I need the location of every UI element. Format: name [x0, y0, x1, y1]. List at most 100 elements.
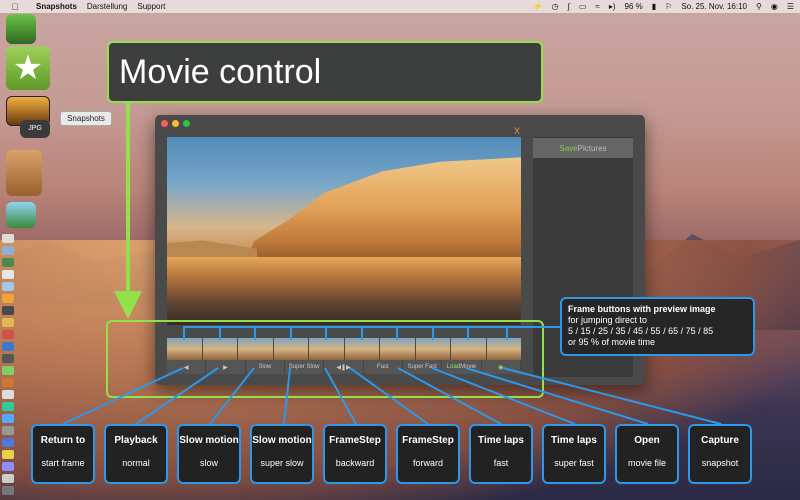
contacts-app-icon[interactable] [6, 150, 42, 196]
frame-buttons-line1: for jumping direct to [568, 315, 648, 325]
label-sub: forward [412, 458, 443, 468]
frame-buttons-line2: 5 / 15 / 25 / 35 / 45 / 55 / 65 / 75 / 8… [568, 326, 714, 336]
dock-item-21[interactable] [2, 474, 14, 483]
label-framestep-backward: FrameStep backward [323, 424, 387, 484]
movie-control-callout: Movie control [107, 41, 543, 103]
label-sub: backward [335, 458, 375, 468]
callout-arrow-head [114, 291, 142, 319]
label-slow: Slow motion slow [177, 424, 241, 484]
connector-frame-1 [183, 326, 185, 340]
label-title: Open [634, 435, 660, 446]
dock-item-22[interactable] [2, 486, 14, 495]
dock-item-9[interactable] [2, 330, 14, 339]
close-window-button[interactable] [161, 120, 168, 127]
siri-icon[interactable]: ◉ [771, 2, 778, 11]
label-title: FrameStep [329, 435, 381, 446]
label-time-laps-fast: Time laps fast [469, 424, 533, 484]
dock-tooltip: Snapshots [60, 111, 112, 126]
label-time-laps-super-fast: Time laps super fast [542, 424, 606, 484]
label-title: Capture [701, 435, 739, 446]
label-playback: Playback normal [104, 424, 168, 484]
label-sub: fast [493, 458, 509, 468]
label-sub: slow [199, 458, 218, 468]
save-pictures-button[interactable]: Save Pictures [533, 138, 633, 158]
label-return-to-start: Return to start frame [31, 424, 95, 484]
app-icon-green[interactable] [6, 14, 36, 44]
label-title: FrameStep [402, 435, 454, 446]
frame-buttons-callout: Frame buttons with preview image for jum… [560, 297, 755, 356]
dock-item-11[interactable] [2, 354, 14, 363]
connector-frame-3 [254, 326, 256, 340]
minimize-window-button[interactable] [172, 120, 179, 127]
dock-item-10[interactable] [2, 342, 14, 351]
dock-item-7[interactable] [2, 306, 14, 315]
label-title: Return to [40, 435, 86, 446]
frame-buttons-title: Frame buttons with preview image [568, 304, 716, 314]
save-pictures-label-prefix: Save [559, 143, 578, 153]
dock-item-16[interactable] [2, 414, 14, 423]
star-app-icon[interactable]: ★ [6, 46, 50, 90]
wifi-icon[interactable]: ≈ [595, 2, 599, 11]
dock-item-6[interactable] [2, 294, 14, 303]
dock-item-2[interactable] [2, 246, 14, 255]
far-coast-image [167, 240, 257, 260]
save-pictures-label-suffix: Pictures [577, 143, 607, 153]
connector-to-info [508, 326, 561, 328]
label-title: Slow motion [179, 435, 239, 446]
spotlight-search-icon[interactable]: ⚲ [756, 2, 762, 11]
label-sub: normal [122, 458, 150, 468]
keyboard-flag-icon[interactable]: ⚐ [665, 2, 672, 11]
dock-item-14[interactable] [2, 390, 14, 399]
close-video-icon[interactable]: X [514, 126, 520, 136]
apple-menu-icon[interactable]:  [8, 2, 22, 12]
dock-item-15[interactable] [2, 402, 14, 411]
dock-item-4[interactable] [2, 270, 14, 279]
dock-item-3[interactable] [2, 258, 14, 267]
label-open-movie: Open movie file [615, 424, 679, 484]
label-sub: super slow [260, 458, 304, 468]
label-sub: movie file [627, 458, 666, 468]
notification-center-icon[interactable]: ☰ [787, 2, 794, 11]
connector-frame-6 [361, 326, 363, 340]
label-title: Slow motion [252, 435, 312, 446]
label-sub: snapshot [701, 458, 739, 468]
volume-icon[interactable]: ▸) [609, 2, 616, 11]
zoom-window-button[interactable] [183, 120, 190, 127]
menu-bar:  Snapshots Darstellung Support ⚡ ◷ ∫ ▭ … [0, 0, 800, 13]
connector-frame-4 [290, 326, 292, 340]
dock-item-1[interactable] [2, 234, 14, 243]
label-sub: super fast [554, 458, 594, 468]
battery-percent[interactable]: 96 % [625, 2, 643, 11]
video-preview [167, 137, 521, 325]
connector-frame-8 [432, 326, 434, 340]
dock-item-17[interactable] [2, 426, 14, 435]
dock-item-13[interactable] [2, 378, 14, 387]
airplay-icon[interactable]: ▭ [579, 2, 587, 11]
menu-app-name[interactable]: Snapshots [36, 2, 77, 11]
connector-frame-7 [396, 326, 398, 340]
dock-item-8[interactable] [2, 318, 14, 327]
label-framestep-forward: FrameStep forward [396, 424, 460, 484]
dock-item-19[interactable] [2, 450, 14, 459]
battery-icon[interactable]: ▮ [652, 2, 656, 11]
dock-item-18[interactable] [2, 438, 14, 447]
label-title: Playback [114, 435, 158, 446]
sea-image [167, 257, 521, 325]
time-machine-icon[interactable]: ◷ [552, 2, 559, 11]
bolt-icon[interactable]: ⚡ [533, 2, 543, 11]
connector-frame-9 [467, 326, 469, 340]
clock[interactable]: So. 25. Nov. 16:10 [681, 2, 747, 11]
label-title: Time laps [478, 435, 524, 446]
maps-app-icon[interactable] [6, 202, 36, 228]
label-super-slow: Slow motion super slow [250, 424, 314, 484]
dock-item-5[interactable] [2, 282, 14, 291]
jpg-icon[interactable]: JPG [20, 120, 50, 138]
dock-item-20[interactable] [2, 462, 14, 471]
dock-item-12[interactable] [2, 366, 14, 375]
bluetooth-icon[interactable]: ∫ [568, 2, 570, 11]
menu-support[interactable]: Support [137, 2, 165, 11]
label-capture-snapshot: Capture snapshot [688, 424, 752, 484]
menu-darstellung[interactable]: Darstellung [87, 2, 127, 11]
connector-frame-2 [219, 326, 221, 340]
label-title: Time laps [551, 435, 597, 446]
